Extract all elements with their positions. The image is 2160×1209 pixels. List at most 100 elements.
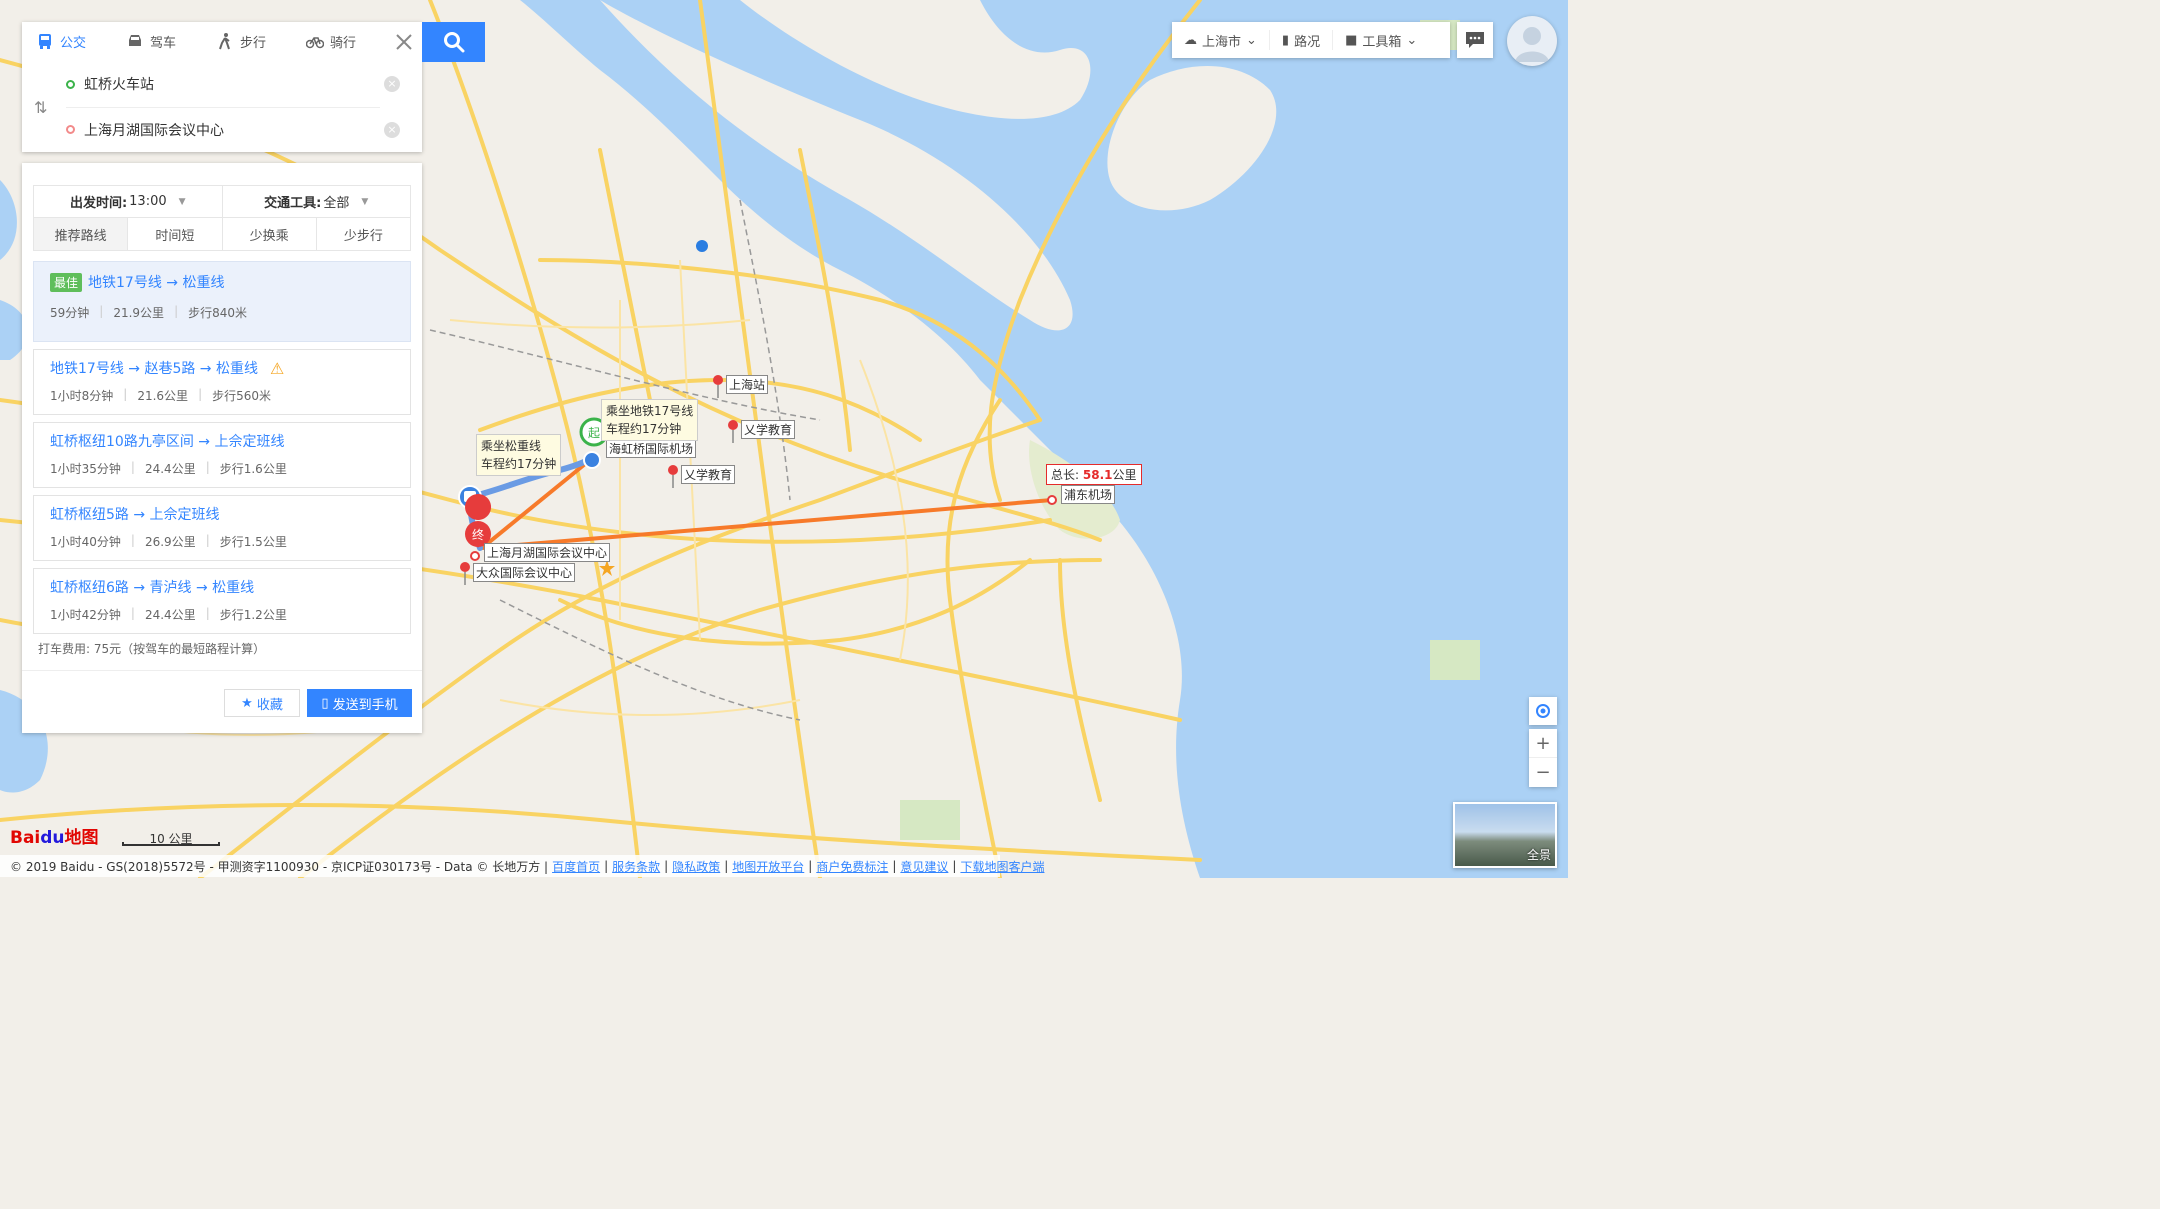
zoom-out-button[interactable]: − <box>1529 758 1557 787</box>
toolbox-button[interactable]: ■ 工具箱 ⌄ <box>1333 30 1429 50</box>
avatar[interactable] <box>1507 16 1557 66</box>
bus-tip-line2: 车程约17分钟 <box>481 457 557 471</box>
plan-walk: 步行1.2公里 <box>219 608 287 622</box>
metro-station-icon <box>583 451 601 469</box>
close-icon[interactable] <box>394 32 414 52</box>
plan-time: 1小时35分钟 <box>50 462 121 476</box>
swap-icon[interactable]: ⇅ <box>34 98 47 117</box>
current-location-dot <box>696 240 708 252</box>
clear-start-icon[interactable]: × <box>384 76 400 92</box>
plan-distance: 24.4公里 <box>144 608 196 622</box>
search-button[interactable] <box>422 22 485 62</box>
traffic-label: 路况 <box>1294 34 1321 50</box>
sort-fewest-transfers[interactable]: 少换乘 <box>223 218 317 250</box>
city-select[interactable]: ☁ 上海市 ⌄ <box>1172 30 1270 50</box>
chevron-down-icon: ⌄ <box>1246 32 1257 48</box>
user-icon <box>1515 27 1549 62</box>
footer-link[interactable]: 地图开放平台 <box>732 858 804 875</box>
map-label-pudong-airport[interactable]: 浦东机场 <box>1061 485 1116 504</box>
chevron-down-icon: ▼ <box>178 196 186 207</box>
city-label: 上海市 <box>1202 34 1242 50</box>
start-field[interactable]: 虹桥火车站 × <box>66 62 400 106</box>
plan-title: 虹桥枢纽5路 → 上佘定班线 <box>50 507 220 523</box>
chat-icon <box>1466 32 1484 48</box>
footer: © 2019 Baidu - GS(2018)5572号 - 甲测资字11009… <box>0 855 1044 877</box>
plan-distance: 24.4公里 <box>144 462 196 476</box>
map-label-yuehu[interactable]: 上海月湖国际会议中心 <box>484 543 611 562</box>
plan-item[interactable]: 虹桥枢纽10路九亭区间 → 上佘定班线 1小时35分钟 | 24.4公里 | 步行1.6… <box>33 422 411 488</box>
map-label-dazhong[interactable]: 大众国际会议中心 <box>473 563 576 582</box>
logo-text-1: Bai <box>10 828 41 848</box>
bike-icon <box>306 37 324 49</box>
tab-car[interactable]: 驾车 <box>126 32 216 51</box>
walk-icon <box>219 33 230 50</box>
map-toolbar: ☁ 上海市 ⌄ ▮ 路况 ■ 工具箱 ⌄ <box>1172 22 1450 58</box>
plan-walk: 步行1.6公里 <box>219 462 287 476</box>
favorite-label: 收藏 <box>256 697 283 713</box>
footer-link[interactable]: 意见建议 <box>900 858 948 875</box>
map-label-shanghai-station[interactable]: 上海站 <box>726 375 769 394</box>
logo-text-2: du <box>40 828 65 848</box>
sort-recommended[interactable]: 推荐路线 <box>34 218 129 250</box>
plan-distance: 26.9公里 <box>144 535 196 549</box>
plan-distance: 21.9公里 <box>113 306 165 320</box>
depart-value: 13:00 <box>129 194 167 209</box>
zoom-control: + − <box>1529 729 1557 787</box>
sort-least-walking[interactable]: 少步行 <box>317 218 410 250</box>
warning-icon: ⚠ <box>269 358 285 378</box>
locate-button[interactable] <box>1529 697 1557 725</box>
bus-segment-tip: 乘坐松重线 车程约17分钟 <box>476 434 562 476</box>
bus-icon <box>39 34 51 49</box>
depart-time-select[interactable]: 出发时间: 13:00 ▼ <box>34 186 223 217</box>
map-label-yixue-2[interactable]: 乂学教育 <box>681 465 736 484</box>
crosshair-icon <box>1536 704 1550 718</box>
clear-end-icon[interactable]: × <box>384 121 400 138</box>
end-field[interactable]: 上海月湖国际会议中心 × <box>66 107 400 151</box>
zoom-in-button[interactable]: + <box>1529 729 1557 758</box>
footer-link[interactable]: 百度首页 <box>552 858 600 875</box>
end-value: 上海月湖国际会议中心 <box>84 122 224 139</box>
start-marker-label: 起 <box>588 426 600 440</box>
results-panel: 出发时间: 13:00 ▼ 交通工具: 全部 ▼ 推荐路线 时间短 少换乘 少步… <box>22 163 422 733</box>
copyright-text: © 2019 Baidu - GS(2018)5572号 - 甲测资字11009… <box>10 859 549 874</box>
plan-walk: 步行840米 <box>188 306 248 320</box>
route-options: 出发时间: 13:00 ▼ 交通工具: 全部 ▼ 推荐路线 时间短 少换乘 少步… <box>33 185 411 251</box>
cloud-icon: ☁ <box>1184 32 1197 48</box>
footer-link[interactable]: 服务条款 <box>612 858 660 875</box>
map-label-yixue-1[interactable]: 乂学教育 <box>741 420 796 439</box>
plan-time: 1小时42分钟 <box>50 608 121 622</box>
map-label-hongqiao-airport[interactable]: 海虹桥国际机场 <box>606 439 697 458</box>
plan-item[interactable]: 最佳 地铁17号线 → 松重线 59分钟 | 21.9公里 | 步行840米 <box>33 261 411 342</box>
plan-title: 虹桥枢纽6路 → 青泸线 → 松重线 <box>50 580 255 596</box>
action-bar: ★ 收藏 ▯ 发送到手机 <box>22 670 422 733</box>
bus-tip-line1: 乘坐松重线 <box>481 439 542 453</box>
message-button[interactable] <box>1457 22 1493 58</box>
transport-select[interactable]: 交通工具: 全部 ▼ <box>223 186 411 217</box>
traffic-light-icon: ▮ <box>1281 32 1290 48</box>
tab-bus-label: 公交 <box>60 35 87 51</box>
plan-item[interactable]: 虹桥枢纽5路 → 上佘定班线 1小时40分钟 | 26.9公里 | 步行1.5公里 <box>33 495 411 561</box>
sort-shortest-time[interactable]: 时间短 <box>128 218 223 250</box>
footer-link[interactable]: 下载地图客户端 <box>960 858 1044 875</box>
send-to-phone-button[interactable]: ▯ 发送到手机 <box>307 689 412 717</box>
tab-bike[interactable]: 骑行 <box>306 32 396 51</box>
footer-link[interactable]: 商户免费标注 <box>816 858 888 875</box>
plan-walk: 步行560米 <box>212 389 272 403</box>
tab-bike-label: 骑行 <box>330 35 357 51</box>
plan-item[interactable]: 地铁17号线 → 赵巷5路 → 松重线 ⚠ 1小时8分钟 | 21.6公里 | 步行560… <box>33 349 411 415</box>
tab-bus[interactable]: 公交 <box>36 32 126 51</box>
star-icon: ★ <box>241 695 253 711</box>
favorite-button[interactable]: ★ 收藏 <box>224 689 300 717</box>
logo-text-3: 地图 <box>64 828 99 848</box>
panorama-thumbnail[interactable]: 全景 <box>1453 802 1557 868</box>
total-distance-label: 总长: 58.1公里 <box>1046 464 1142 485</box>
plan-item[interactable]: 虹桥枢纽6路 → 青泸线 → 松重线 1小时42分钟 | 24.4公里 | 步行1.2公… <box>33 568 411 634</box>
total-prefix: 总长: <box>1051 468 1080 482</box>
plan-title: 地铁17号线 → 松重线 <box>88 275 225 291</box>
footer-link[interactable]: 隐私政策 <box>672 858 720 875</box>
tab-walk[interactable]: 步行 <box>216 32 306 51</box>
metro-tip-line1: 乘坐地铁17号线 <box>606 404 694 418</box>
scale-bar: 10 公里 <box>122 830 220 846</box>
start-dot-icon <box>66 79 75 89</box>
traffic-button[interactable]: ▮ 路况 <box>1270 30 1334 50</box>
